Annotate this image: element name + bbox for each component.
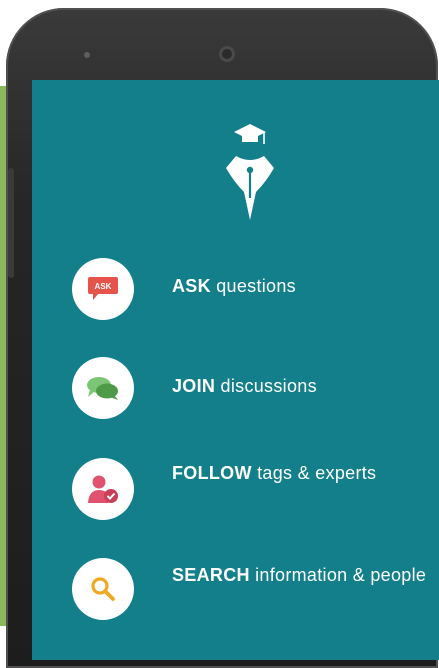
- app-logo-icon: [226, 124, 274, 220]
- feature-join-label: JOIN discussions: [172, 375, 432, 398]
- chat-bubbles-icon: [87, 377, 118, 400]
- feature-ask-title: ASK: [172, 276, 211, 296]
- ask-badge-text: ASK: [95, 282, 112, 291]
- feature-follow-title: FOLLOW: [172, 463, 252, 483]
- feature-search[interactable]: SEARCH information & people: [72, 558, 432, 620]
- feature-ask-label: ASK questions: [172, 275, 432, 298]
- search-icon: [91, 577, 115, 601]
- feature-ask-description: questions: [216, 276, 296, 296]
- front-camera: [219, 46, 235, 62]
- side-button: [8, 168, 14, 278]
- join-icon-circle: [72, 357, 134, 419]
- feature-join[interactable]: JOIN discussions: [72, 357, 432, 419]
- follow-user-icon: [88, 475, 118, 503]
- feature-search-label: SEARCH information & people: [172, 564, 432, 587]
- feature-join-title: JOIN: [172, 376, 216, 396]
- ask-icon-circle: ASK: [72, 258, 134, 320]
- ask-speech-bubble-icon: ASK: [88, 277, 118, 300]
- feature-ask[interactable]: ASK ASK questions: [72, 258, 432, 320]
- feature-search-title: SEARCH: [172, 565, 250, 585]
- phone-frame: ASK ASK questions JOIN discussions FOLLO…: [6, 8, 439, 668]
- search-icon-circle: [72, 558, 134, 620]
- feature-follow-description: tags & experts: [257, 463, 377, 483]
- feature-follow-label: FOLLOW tags & experts: [172, 462, 432, 485]
- feature-search-description: information & people: [255, 565, 427, 585]
- phone-screen: ASK ASK questions JOIN discussions FOLLO…: [32, 80, 439, 660]
- feature-follow[interactable]: FOLLOW tags & experts: [72, 458, 432, 520]
- phone-sensor: [84, 52, 90, 58]
- follow-icon-circle: [72, 458, 134, 520]
- feature-join-description: discussions: [220, 376, 317, 396]
